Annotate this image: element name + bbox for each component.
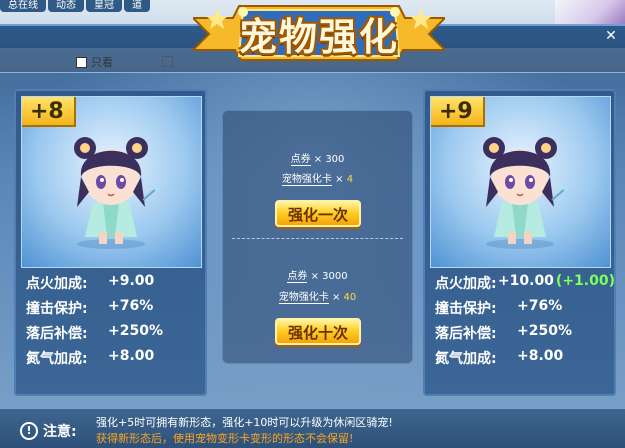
- alert-icon: !: [20, 422, 38, 440]
- notice-label: 注意:: [43, 424, 77, 440]
- pet-portrait: +8: [21, 96, 202, 268]
- ten-card-cost: 宠物强化卡 × 40: [222, 288, 413, 304]
- only-view-checkbox[interactable]: 只看: [76, 54, 113, 70]
- stat-label: 撞击保护:: [435, 301, 497, 317]
- notice-footer: ! 注意: 强化+5时可拥有新形态，强化+10时可以升级为休闲区骑宠! 获得新形…: [0, 408, 625, 448]
- stat-label: 点火加成:: [435, 276, 497, 292]
- background-tab[interactable]: 皇冠: [86, 0, 122, 12]
- current-pet-card: +8 点火加成: +9.00 撞击保护: +76% 落后补偿: +250% 氮气…: [14, 89, 207, 396]
- background-tabs: 总在线 动态 皇冠 道: [0, 0, 152, 12]
- card-cost-prefix: ×: [331, 292, 341, 303]
- card-cost-prefix: ×: [335, 174, 344, 185]
- stat-value: +8.00: [108, 348, 155, 364]
- checkbox-box[interactable]: [76, 56, 87, 68]
- current-stats: 点火加成: +9.00 撞击保护: +76% 落后补偿: +250% 氮气加成:…: [26, 273, 206, 373]
- notice-line-1: 强化+5时可拥有新形态，强化+10时可以升级为休闲区骑宠!: [96, 416, 393, 429]
- close-button[interactable]: ✕: [603, 28, 619, 44]
- points-label: 点券: [287, 271, 308, 283]
- next-stats: 点火加成: +10.00 (+1.00) 撞击保护: +76% 落后补偿: +2…: [435, 273, 615, 373]
- background-tab[interactable]: 动态: [48, 0, 84, 12]
- stat-row: 点火加成: +9.00: [26, 273, 206, 298]
- pet-enhance-dialog: 只看 ✕ +8 点火加成: +9.00 撞击保护: +76% 落后补偿: +25…: [0, 24, 625, 448]
- stat-value: +76%: [108, 298, 154, 314]
- title-banner: 宠物强化: [193, 0, 445, 62]
- divider: [232, 238, 403, 239]
- checkbox-label: 只看: [91, 56, 113, 69]
- enhance-once-button[interactable]: 强化一次: [275, 200, 361, 227]
- card-label: 宠物强化卡: [278, 292, 329, 304]
- points-label: 点券: [290, 154, 311, 166]
- background-tab[interactable]: 道: [124, 0, 150, 12]
- background-tab[interactable]: 总在线: [0, 0, 46, 12]
- once-card-cost: 宠物强化卡 × 4: [222, 170, 413, 186]
- stat-bonus: (+1.00): [555, 273, 615, 289]
- stat-value: +250%: [108, 323, 163, 339]
- card-cost: 40: [343, 292, 357, 303]
- stat-value: +10.00: [497, 273, 554, 289]
- stat-value: +250%: [517, 323, 572, 339]
- stat-label: 撞击保护:: [26, 301, 88, 317]
- card-label: 宠物强化卡: [281, 174, 332, 186]
- level-badge: +8: [22, 97, 76, 127]
- stat-label: 落后补偿:: [435, 326, 497, 342]
- stat-row: 落后补偿: +250%: [26, 323, 206, 348]
- notice-line-2: 获得新形态后，使用宠物变形卡变形的形态不会保留!: [96, 432, 354, 445]
- stat-row: 撞击保护: +76%: [435, 298, 615, 323]
- background-character-art: [555, 0, 625, 24]
- stat-row: 落后补偿: +250%: [435, 323, 615, 348]
- stat-label: 氮气加成:: [26, 351, 88, 367]
- card-cost: 4: [346, 174, 354, 185]
- stat-row: 氮气加成: +8.00: [26, 348, 206, 373]
- once-points-cost: 点券 × 300: [222, 150, 413, 166]
- pet-portrait: +9: [430, 96, 611, 268]
- stat-value: +8.00: [517, 348, 564, 364]
- stat-value: +76%: [517, 298, 563, 314]
- next-pet-card: +9 点火加成: +10.00 (+1.00) 撞击保护: +76% 落后补偿:…: [423, 89, 616, 396]
- dialog-title: 宠物强化: [238, 15, 399, 59]
- stat-label: 氮气加成:: [435, 351, 497, 367]
- stat-row: 撞击保护: +76%: [26, 298, 206, 323]
- stat-row: 氮气加成: +8.00: [435, 348, 615, 373]
- level-badge: +9: [431, 97, 485, 127]
- ten-points-cost: 点券 × 3000: [222, 267, 413, 283]
- stat-row: 点火加成: +10.00 (+1.00): [435, 273, 615, 298]
- enhance-ten-button[interactable]: 强化十次: [275, 318, 361, 345]
- stat-label: 落后补偿:: [26, 326, 88, 342]
- points-cost: × 300: [313, 154, 345, 165]
- points-cost: × 3000: [310, 271, 348, 282]
- secondary-checkbox[interactable]: [162, 56, 173, 67]
- stat-label: 点火加成:: [26, 276, 88, 292]
- stat-value: +9.00: [108, 273, 155, 289]
- enhance-options-panel: 点券 × 300 宠物强化卡 × 4 强化一次 点券 × 3000 宠物强化卡 …: [222, 110, 413, 364]
